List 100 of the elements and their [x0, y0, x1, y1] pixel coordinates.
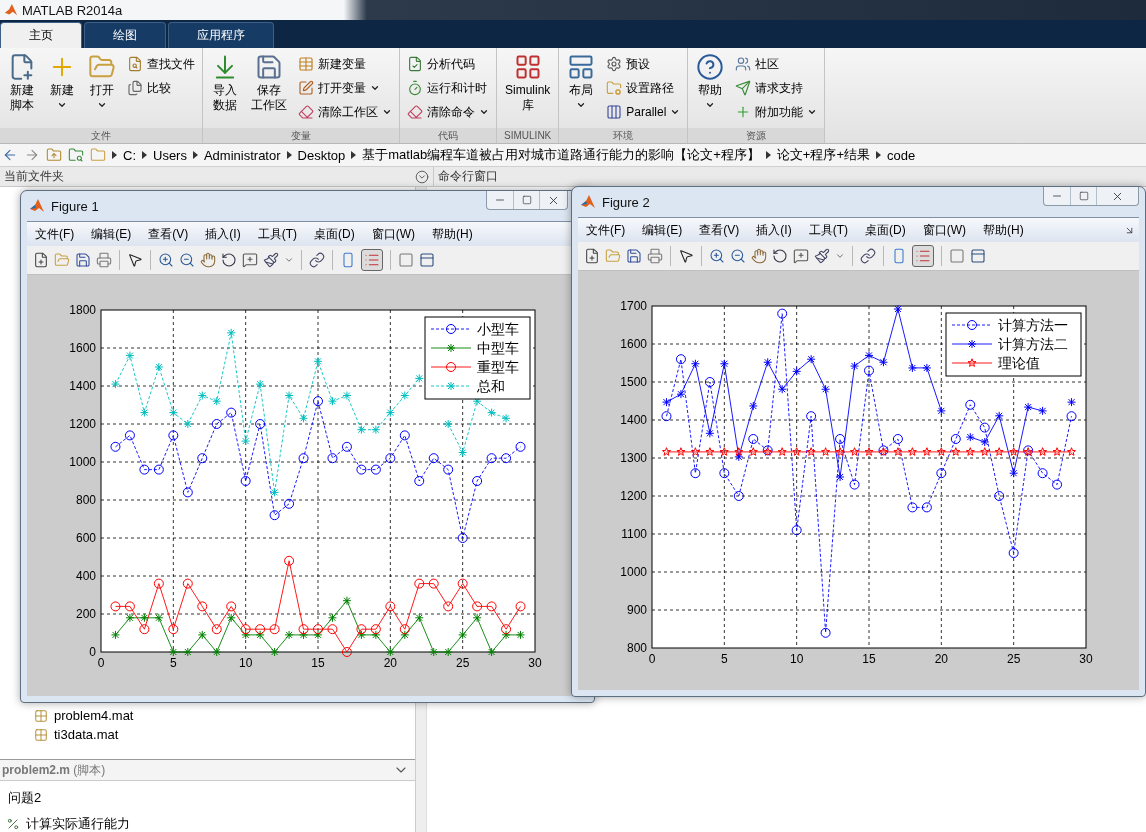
path-segment[interactable]: 论文+程序+结果	[776, 146, 871, 164]
new-file-icon[interactable]	[33, 252, 49, 268]
back-arrow-icon[interactable]	[2, 147, 18, 163]
toolstrip-button[interactable]: 分析代码	[404, 53, 492, 75]
x-tick-label: 0	[97, 656, 104, 670]
legend-toggle-button[interactable]	[361, 249, 383, 271]
save-icon[interactable]	[626, 248, 642, 264]
zoom-out-icon[interactable]	[730, 248, 746, 264]
toolstrip-button[interactable]: 保存工作区	[247, 51, 291, 125]
toolstrip-button[interactable]: 新建	[44, 51, 80, 125]
pointer-icon[interactable]	[678, 248, 694, 264]
browse-folder-icon[interactable]	[68, 147, 84, 163]
save-icon	[255, 53, 283, 81]
menu-item[interactable]: 窗口(W)	[371, 225, 415, 243]
menu-item[interactable]: 窗口(W)	[922, 221, 966, 239]
ribbon-tab[interactable]: 应用程序	[168, 22, 274, 48]
caret-icon[interactable]	[835, 251, 845, 261]
y-tick-label: 600	[75, 531, 96, 545]
toolstrip-button[interactable]: 帮助	[692, 51, 729, 125]
legend-label: 总和	[476, 378, 505, 394]
zoom-in-icon[interactable]	[709, 248, 725, 264]
ribbon-tab[interactable]: 主页	[0, 22, 82, 48]
pointer-icon[interactable]	[127, 252, 143, 268]
menu-item[interactable]: 桌面(D)	[865, 221, 906, 239]
brush-icon[interactable]	[263, 252, 279, 268]
toolstrip-button[interactable]: 社区	[732, 53, 821, 75]
legend-toggle-button[interactable]	[912, 245, 934, 267]
link-icon[interactable]	[860, 248, 876, 264]
hand-icon[interactable]	[751, 248, 767, 264]
printer-icon[interactable]	[96, 252, 112, 268]
path-segment[interactable]: code	[887, 147, 916, 163]
toolstrip-button[interactable]: 查找文件	[124, 53, 198, 75]
path-separator-icon	[112, 151, 117, 159]
data-cursor-icon[interactable]	[793, 248, 809, 264]
toolstrip-button[interactable]: 比较	[124, 77, 198, 99]
toolstrip-button[interactable]: Simulink库	[501, 51, 555, 125]
hand-icon[interactable]	[200, 252, 216, 268]
toolstrip-button[interactable]: 预设	[603, 53, 684, 75]
path-segment[interactable]: 基于matlab编程车道被占用对城市道路通行能力的影响【论文+程序】	[362, 146, 760, 164]
menu-item[interactable]: 编辑(E)	[642, 221, 683, 239]
menu-item[interactable]: 工具(T)	[257, 225, 297, 243]
caret-icon	[705, 100, 716, 110]
toolstrip-button[interactable]: 打开变量	[295, 77, 395, 99]
menu-item[interactable]: 工具(T)	[808, 221, 848, 239]
menu-item[interactable]: 查看(V)	[148, 225, 189, 243]
group-label: 文件	[0, 128, 202, 143]
panel-title: 命令行窗口	[438, 168, 498, 185]
new-file-icon[interactable]	[584, 248, 600, 264]
toolstrip-button[interactable]: 清除工作区	[295, 101, 395, 123]
zoom-in-icon[interactable]	[158, 252, 174, 268]
folder-up-icon[interactable]	[46, 147, 62, 163]
file-name: ti3data.mat	[54, 727, 119, 742]
menu-item[interactable]: 桌面(D)	[314, 225, 355, 243]
folder-icon	[90, 147, 106, 163]
toolstrip-button[interactable]: 附加功能	[732, 101, 821, 123]
path-segment[interactable]: Administrator	[203, 147, 281, 163]
toolstrip-button[interactable]: 新建变量	[295, 53, 395, 75]
path-segment[interactable]: Desktop	[297, 147, 346, 163]
toolstrip-button[interactable]: 请求支持	[732, 77, 821, 99]
printer-icon[interactable]	[647, 248, 663, 264]
menu-item[interactable]: 帮助(H)	[432, 225, 473, 243]
dropdown-icon[interactable]	[415, 169, 429, 184]
section-icon	[6, 816, 20, 831]
menu-item[interactable]: 插入(I)	[756, 221, 792, 239]
panel-title: 当前文件夹	[4, 168, 64, 185]
toolstrip-button[interactable]: 打开	[84, 51, 120, 125]
toolstrip-button[interactable]: 导入数据	[207, 51, 243, 125]
zoom-out-icon[interactable]	[179, 252, 195, 268]
path-segment[interactable]: Users	[153, 147, 187, 163]
toolstrip-button[interactable]: 运行和计时	[404, 77, 492, 99]
file-item[interactable]: ti3data.mat	[34, 726, 119, 743]
data-cursor-icon[interactable]	[242, 252, 258, 268]
toolstrip-button[interactable]: 设置路径	[603, 77, 684, 99]
link-icon[interactable]	[309, 252, 325, 268]
ribbon-tab[interactable]: 绘图	[84, 22, 166, 48]
menu-item[interactable]: 编辑(E)	[91, 225, 132, 243]
forward-arrow-icon[interactable]	[24, 147, 40, 163]
y-tick-label: 1700	[619, 299, 647, 313]
toolstrip-button[interactable]: Parallel	[603, 101, 684, 123]
brush-icon[interactable]	[814, 248, 830, 264]
caret-icon[interactable]	[284, 255, 294, 265]
colorbar-icon[interactable]	[891, 248, 907, 264]
save-icon[interactable]	[75, 252, 91, 268]
show-tools-icon[interactable]	[970, 248, 986, 264]
rotate-icon[interactable]	[772, 248, 788, 264]
menu-item[interactable]: 帮助(H)	[983, 221, 1024, 239]
colorbar-icon[interactable]	[340, 252, 356, 268]
timer-icon	[407, 80, 423, 96]
toolstrip-button[interactable]: 清除命令	[404, 101, 492, 123]
file-item[interactable]: problem4.mat	[34, 707, 134, 724]
show-tools-icon[interactable]	[419, 252, 435, 268]
rotate-icon[interactable]	[221, 252, 237, 268]
menu-item[interactable]: 插入(I)	[205, 225, 241, 243]
y-tick-label: 1300	[619, 451, 647, 465]
menu-item[interactable]: 查看(V)	[699, 221, 740, 239]
path-segment[interactable]: C:	[123, 147, 136, 163]
menu-item[interactable]: 文件(F)	[35, 225, 75, 243]
toolstrip-button[interactable]: 新建脚本	[4, 51, 40, 125]
menu-item[interactable]: 文件(F)	[586, 221, 626, 239]
toolstrip-button[interactable]: 布局	[563, 51, 600, 125]
